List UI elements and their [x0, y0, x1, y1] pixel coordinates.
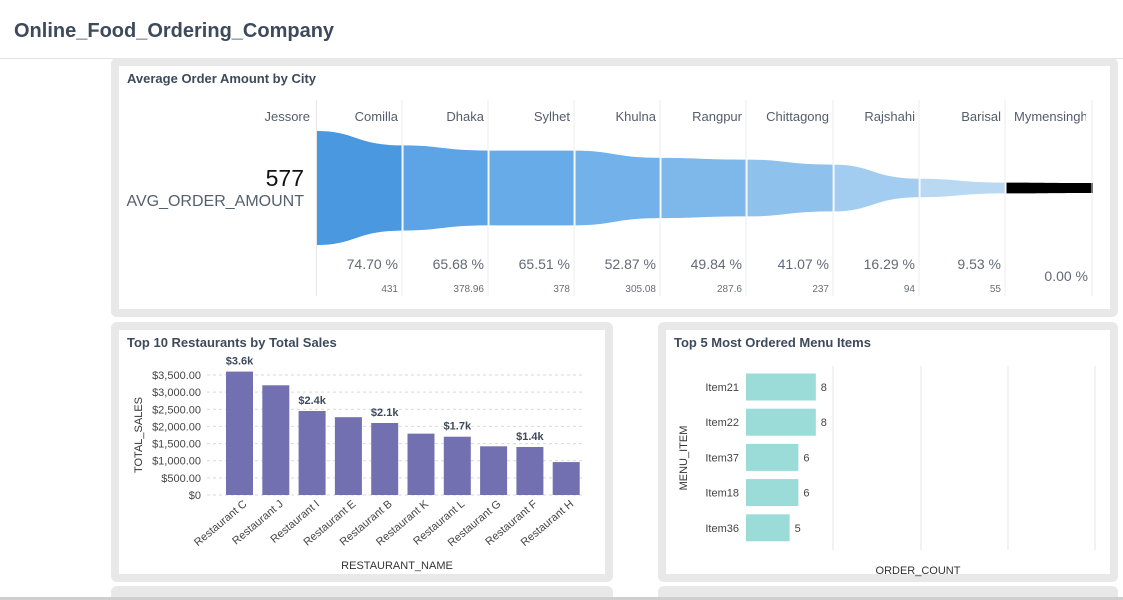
hbar-item18: [746, 479, 799, 507]
hbar-item22: [746, 408, 816, 436]
hbar-ytick-label: Item21: [705, 382, 739, 394]
hbar-item37: [746, 443, 799, 471]
hbar-data-label: 6: [803, 488, 809, 500]
hbar-ytick-label: Item22: [705, 417, 739, 429]
hbar-data-label: 5: [795, 523, 801, 535]
hbar-ytick-label: Item36: [705, 523, 739, 535]
hbar-data-label: 8: [821, 417, 827, 429]
hbar-data-label: 6: [803, 452, 809, 464]
hbar-ytick-label: Item37: [705, 452, 739, 464]
hbar-item21: [746, 373, 816, 401]
hbar-y-axis-title: MENU_ITEM: [678, 426, 690, 491]
hbar-item36: [746, 514, 790, 542]
hbar-x-axis-title: ORDER_COUNT: [876, 565, 961, 577]
hbar-ytick-label: Item18: [705, 488, 739, 500]
hbar-chart: Item21 8 Item22 8 Item37 6 Item18 6 Item36 5 ORDER…: [678, 366, 1096, 577]
hbar-data-label: 8: [821, 382, 827, 394]
